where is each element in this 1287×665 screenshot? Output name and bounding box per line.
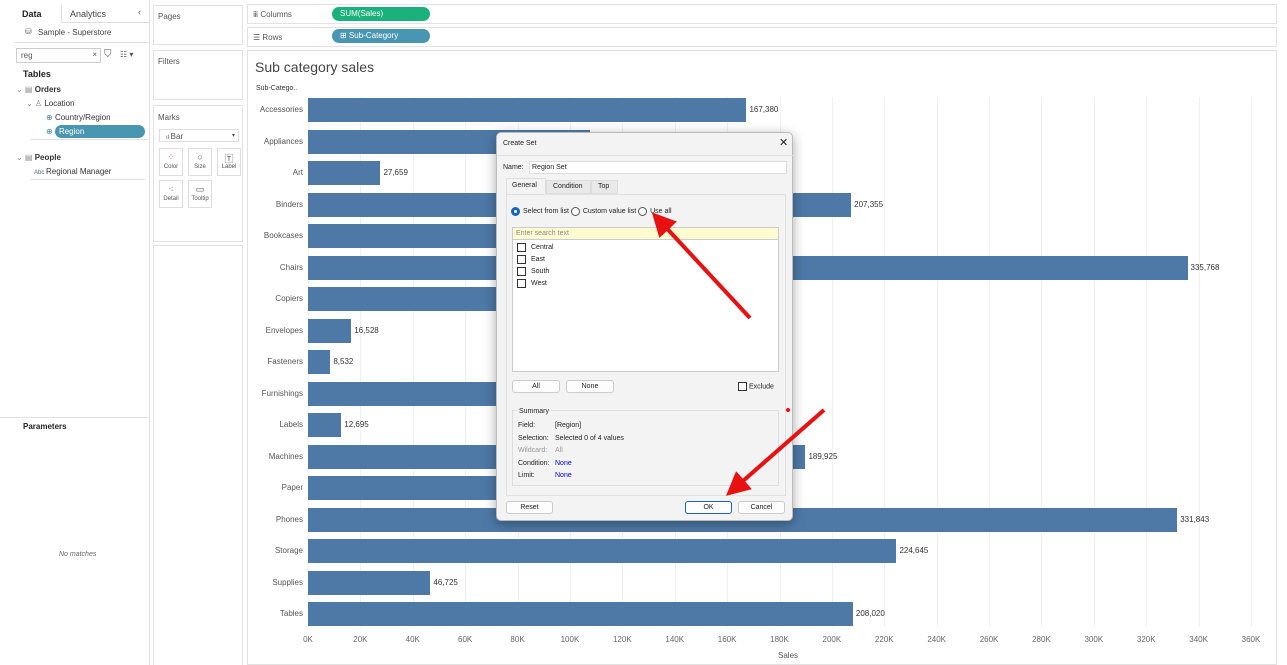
red-dot bbox=[786, 408, 790, 412]
arrow-icon bbox=[651, 212, 752, 320]
arrow-icon bbox=[725, 408, 826, 496]
annotation-arrows bbox=[651, 212, 826, 496]
